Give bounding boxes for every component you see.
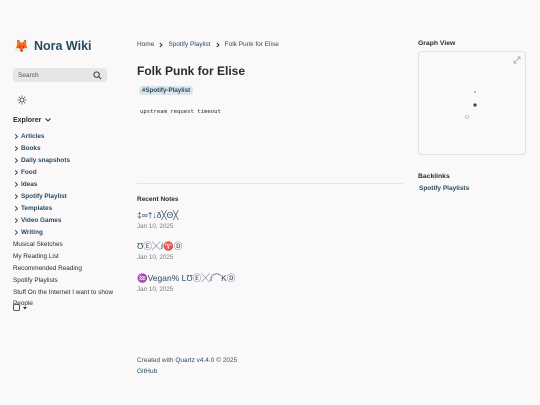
- recent-note[interactable]: ♒Vegan% LƱⒺ╳ⅈ⌒KⒹ Jan 10, 2025: [137, 273, 235, 293]
- folder-label[interactable]: Ideas: [21, 181, 37, 188]
- folder-label[interactable]: Articles: [21, 133, 44, 140]
- site-logo[interactable]: 🦊 Nora Wiki: [14, 38, 92, 54]
- chevron-right-icon[interactable]: [13, 229, 20, 236]
- graph-canvas[interactable]: [419, 52, 525, 154]
- chevron-right-icon: [159, 42, 164, 47]
- site-title[interactable]: Nora Wiki: [34, 39, 92, 53]
- folder-articles[interactable]: Articles: [13, 130, 125, 142]
- search-bar[interactable]: Search: [13, 68, 107, 82]
- explorer-title: Explorer: [13, 116, 42, 124]
- recent-note[interactable]: ƱⒺ╳ⅈ♈Ⓓ Jan 10, 2025: [137, 241, 182, 261]
- folder-spotify-playlist[interactable]: Spotify Playlist: [13, 190, 125, 202]
- file-spotify-playlists[interactable]: Spotify Playlists: [13, 274, 125, 286]
- graph-node-current[interactable]: [473, 103, 477, 107]
- file-label[interactable]: My Reading List: [13, 253, 59, 260]
- sun-icon[interactable]: [17, 95, 27, 105]
- chevron-right-icon[interactable]: [13, 169, 20, 176]
- page-content: upstream request timeout: [140, 109, 221, 115]
- search-icon: [93, 70, 102, 79]
- file-label[interactable]: Musical Sketches: [13, 241, 63, 248]
- recent-note[interactable]: ‡∞†↓δ╳Θ╳ Jan 10, 2025: [137, 210, 178, 230]
- chevron-right-icon[interactable]: [13, 205, 20, 212]
- folder-label[interactable]: Video Games: [21, 217, 61, 224]
- tag-badge[interactable]: #Spotify-Playlist: [139, 86, 194, 95]
- reader-mode-toggle[interactable]: [13, 304, 28, 311]
- footer-created-with: Created with: [137, 357, 174, 364]
- fox-icon: 🦊: [14, 39, 29, 53]
- file-label[interactable]: Spotify Playlists: [13, 277, 58, 284]
- graph-view[interactable]: [418, 51, 526, 155]
- file-stuff-on-the-internet[interactable]: Stuff On the Internet I want to show Peo…: [13, 287, 125, 309]
- backlinks-heading: Backlinks: [418, 173, 450, 180]
- folder-label[interactable]: Daily snapshots: [21, 157, 70, 164]
- breadcrumb-spotify-playlist[interactable]: Spotify Playlist: [168, 41, 210, 48]
- footer-credit: Created with Quartz v4.4.0 © 2025: [137, 357, 237, 364]
- explorer-toggle[interactable]: Explorer: [13, 116, 52, 124]
- recent-note-date: Jan 10, 2025: [137, 223, 174, 230]
- page-title: Folk Punk for Elise: [137, 64, 246, 78]
- divider: [137, 183, 403, 184]
- folder-label[interactable]: Spotify Playlist: [21, 193, 67, 200]
- folder-books[interactable]: Books: [13, 142, 125, 154]
- file-my-reading-list[interactable]: My Reading List: [13, 250, 125, 262]
- recent-note-title[interactable]: ‡∞†↓δ╳Θ╳: [137, 210, 178, 221]
- chevron-right-icon[interactable]: [13, 181, 20, 188]
- quartz-link[interactable]: Quartz v4.4.0: [175, 357, 214, 364]
- recent-note-title[interactable]: ƱⒺ╳ⅈ♈Ⓓ: [137, 241, 182, 252]
- chevron-right-icon[interactable]: [13, 133, 20, 140]
- chevron-right-icon: [216, 42, 220, 47]
- recent-note-title[interactable]: ♒Vegan% LƱⒺ╳ⅈ⌒KⒹ: [137, 273, 235, 284]
- folder-label[interactable]: Writing: [21, 229, 43, 236]
- recent-note-date: Jan 10, 2025: [137, 254, 174, 261]
- file-label[interactable]: Stuff On the Internet I want to show Peo…: [13, 289, 113, 307]
- folder-video-games[interactable]: Video Games: [13, 214, 125, 226]
- file-musical-sketches[interactable]: Musical Sketches: [13, 238, 125, 250]
- chevron-right-icon[interactable]: [13, 145, 20, 152]
- recent-note-date: Jan 10, 2025: [137, 286, 174, 293]
- graph-view-heading: Graph View: [418, 40, 456, 47]
- file-recommended-reading[interactable]: Recommended Reading: [13, 262, 125, 274]
- graph-node[interactable]: [474, 91, 476, 93]
- breadcrumb-home[interactable]: Home: [137, 41, 154, 48]
- explorer-tree: Articles Books Daily snapshots Food Idea…: [13, 130, 125, 309]
- folder-label[interactable]: Food: [21, 169, 37, 176]
- folder-ideas[interactable]: Ideas: [13, 178, 125, 190]
- folder-daily-snapshots[interactable]: Daily snapshots: [13, 154, 125, 166]
- folder-food[interactable]: Food: [13, 166, 125, 178]
- breadcrumb: Home Spotify Playlist Folk Punk for Elis…: [137, 41, 279, 48]
- recent-notes-heading: Recent Notes: [137, 196, 179, 203]
- file-label[interactable]: Recommended Reading: [13, 265, 82, 272]
- square-icon[interactable]: [13, 304, 20, 311]
- breadcrumb-current[interactable]: Folk Punk for Elise: [225, 41, 279, 48]
- folder-writing[interactable]: Writing: [13, 226, 125, 238]
- chevron-right-icon[interactable]: [13, 217, 20, 224]
- search-placeholder: Search: [18, 71, 39, 79]
- graph-node[interactable]: [465, 115, 469, 119]
- chevron-down-icon: [45, 118, 52, 122]
- folder-label[interactable]: Books: [21, 145, 41, 152]
- chevron-right-icon[interactable]: [13, 157, 20, 164]
- folder-label[interactable]: Templates: [21, 205, 52, 212]
- github-link[interactable]: GitHub: [137, 368, 157, 375]
- footer-year: © 2025: [216, 357, 238, 364]
- backlink-item[interactable]: Spotify Playlists: [419, 185, 469, 192]
- folder-templates[interactable]: Templates: [13, 202, 125, 214]
- chevron-right-icon[interactable]: [13, 193, 20, 200]
- caret-down-icon[interactable]: [22, 305, 28, 311]
